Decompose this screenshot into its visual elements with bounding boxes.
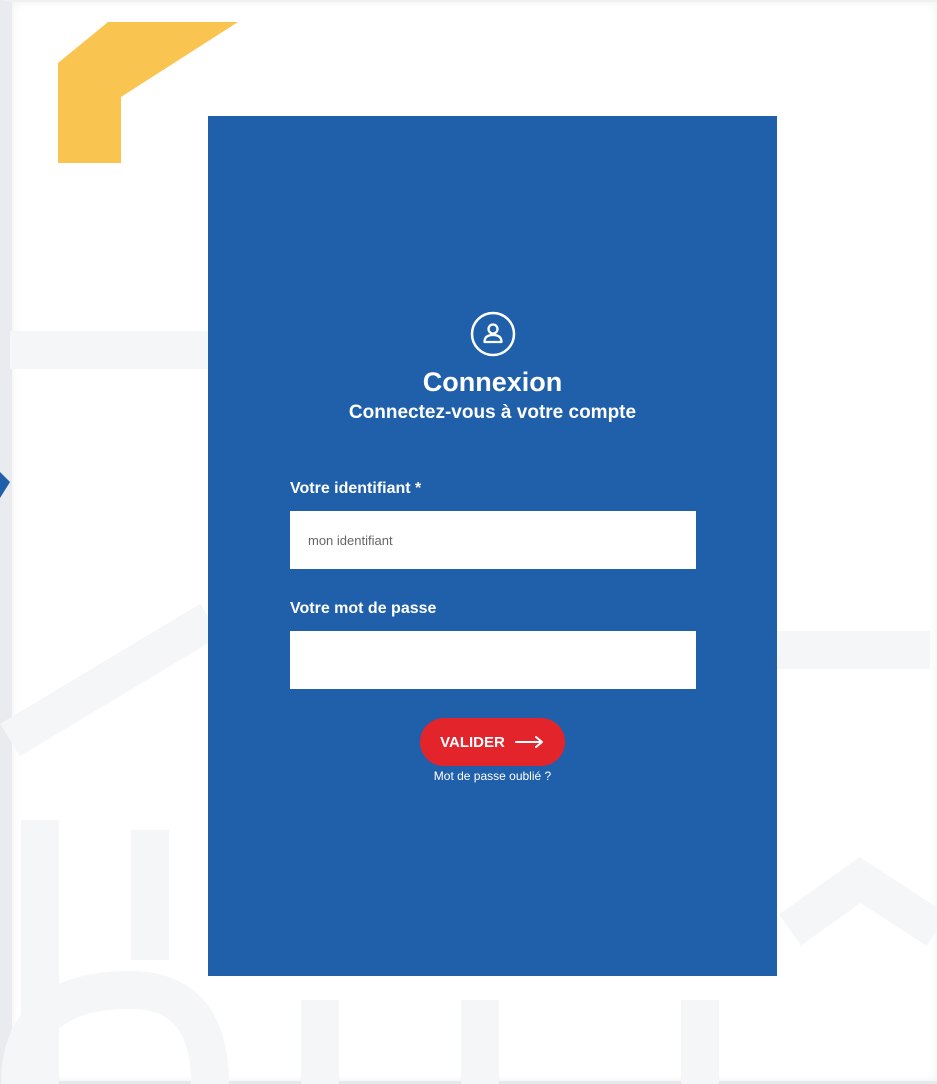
identifier-label: Votre identifiant * <box>290 480 422 497</box>
page-subtitle: Connectez-vous à votre compte <box>348 402 637 423</box>
submit-button-label: VALIDER <box>440 733 505 751</box>
blue-edge-fragment <box>0 472 10 498</box>
arrow-right-icon <box>514 736 543 748</box>
page-title: Connexion <box>422 367 563 397</box>
identifier-input[interactable] <box>290 511 696 569</box>
password-input[interactable] <box>290 631 696 689</box>
user-icon <box>470 311 516 357</box>
submit-button[interactable]: VALIDER <box>420 718 565 766</box>
forgot-password-link[interactable]: Mot de passe oublié ? <box>208 768 777 784</box>
password-label: Votre mot de passe <box>290 600 437 617</box>
